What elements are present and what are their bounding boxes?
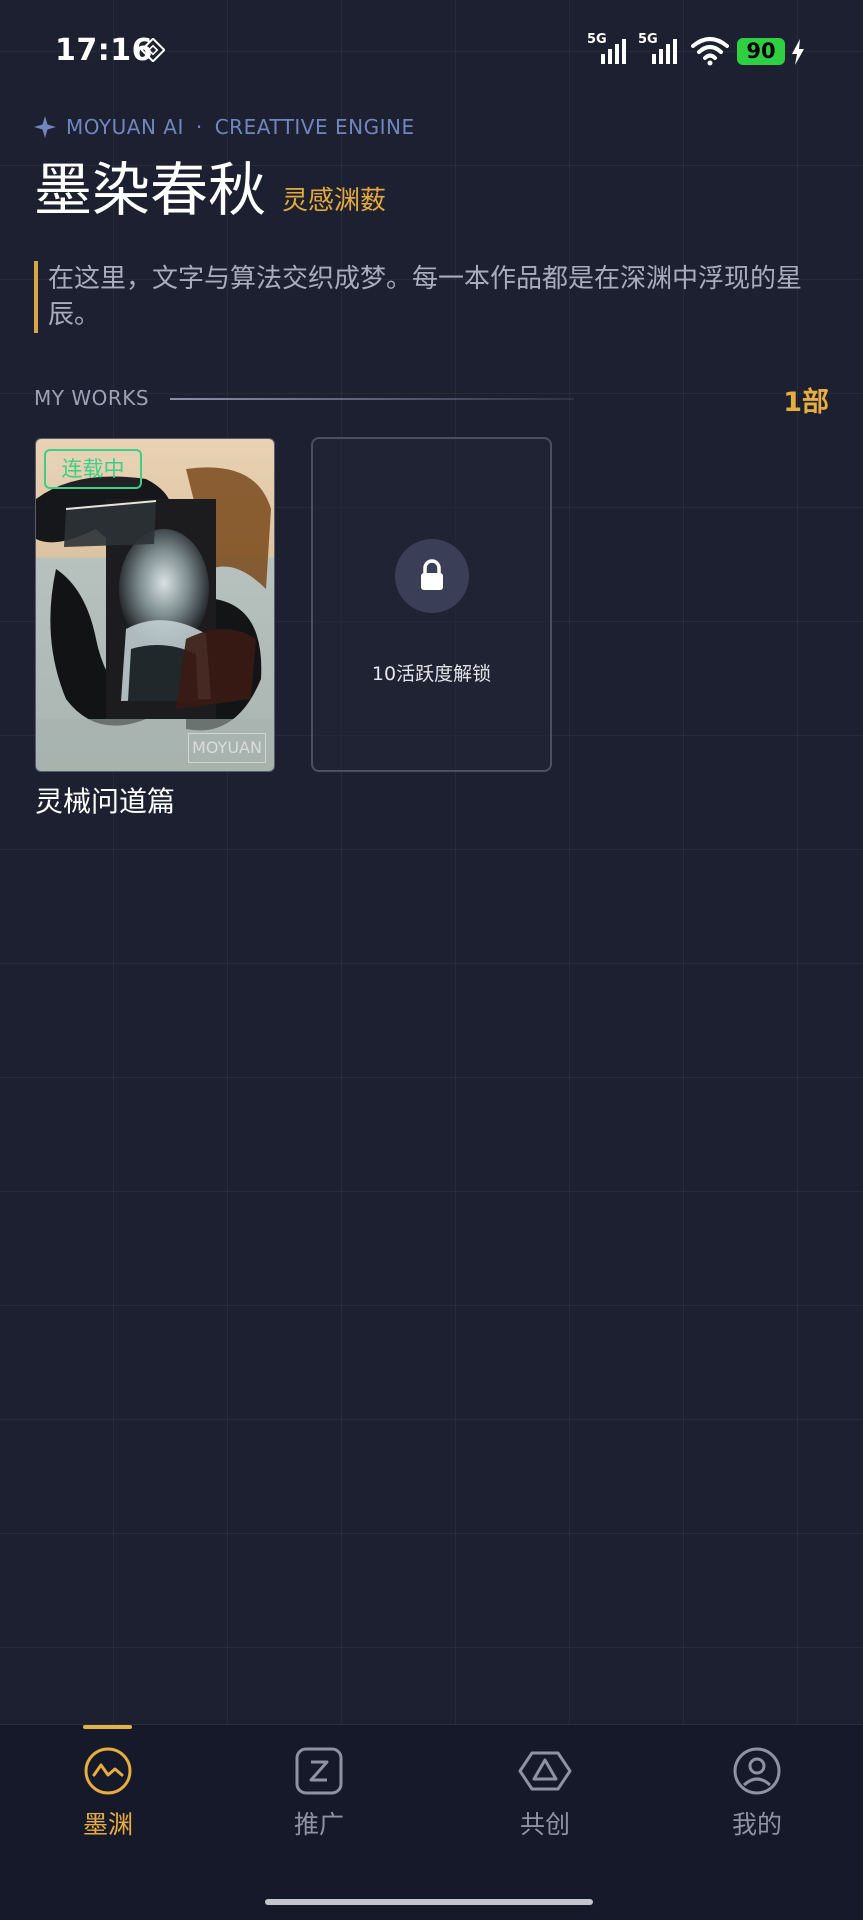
pulse-circle-icon <box>84 1747 132 1795</box>
brand-name: MOYUAN AI <box>66 115 184 139</box>
z-square-icon <box>295 1747 343 1795</box>
locked-slot-card[interactable]: 10活跃度解锁 <box>311 437 552 772</box>
tab-label: 墨渊 <box>82 1810 133 1839</box>
page-title: 墨染春秋 <box>34 156 267 224</box>
lock-circle <box>395 539 469 613</box>
tab-cocreate[interactable]: 共创 <box>485 1745 605 1841</box>
tab-promote[interactable]: 推广 <box>259 1745 379 1841</box>
engine-label: CREATTIVE ENGINE <box>214 115 415 139</box>
works-section-label: MY WORKS <box>34 386 150 410</box>
title-row: 墨染春秋 灵感渊薮 <box>34 155 386 225</box>
intro-quote: 在这里，文字与算法交织成梦。每一本作品都是在深渊中浮现的星辰。 <box>34 261 814 333</box>
works-count: 1部 <box>783 387 829 418</box>
battery-indicator: 90 <box>737 38 785 65</box>
status-time: 17:16 <box>55 33 153 68</box>
home-indicator[interactable] <box>265 1899 593 1905</box>
bottom-tab-bar: 墨渊 推广 共创 我的 <box>0 1724 863 1920</box>
sparkle-icon <box>34 116 56 138</box>
tab-mine[interactable]: 我的 <box>697 1745 817 1841</box>
status-bar: 17:16 5G 5G 90 <box>0 0 863 104</box>
tab-label: 推广 <box>293 1810 344 1839</box>
page-subtitle: 灵感渊薮 <box>282 186 387 216</box>
tab-label: 我的 <box>731 1810 782 1839</box>
wifi-icon <box>691 37 729 66</box>
status-badge: 连载中 <box>44 449 142 489</box>
user-circle-icon <box>733 1747 781 1795</box>
book-title[interactable]: 灵械问道篇 <box>35 780 175 820</box>
notification-icon <box>141 38 165 62</box>
brand-separator: · <box>195 115 203 139</box>
lock-icon <box>421 559 443 590</box>
triangle-hexagon-icon <box>518 1751 572 1791</box>
tab-moyuan[interactable]: 墨渊 <box>48 1745 168 1841</box>
charging-icon <box>792 39 804 65</box>
app-screen: 17:16 5G 5G 90 MOYUAN AI · CREATTIVE ENG… <box>0 0 863 1920</box>
book-card[interactable]: 连载中 MOYUAN <box>35 438 275 772</box>
tab-label: 共创 <box>519 1810 570 1839</box>
section-divider <box>170 398 574 400</box>
cover-stamp: MOYUAN <box>188 733 266 763</box>
brand-line: MOYUAN AI · CREATTIVE ENGINE <box>34 114 415 140</box>
works-section-header: MY WORKS 1部 <box>34 384 829 418</box>
unlock-requirement: 10活跃度解锁 <box>371 663 492 685</box>
active-tab-indicator <box>83 1725 132 1729</box>
